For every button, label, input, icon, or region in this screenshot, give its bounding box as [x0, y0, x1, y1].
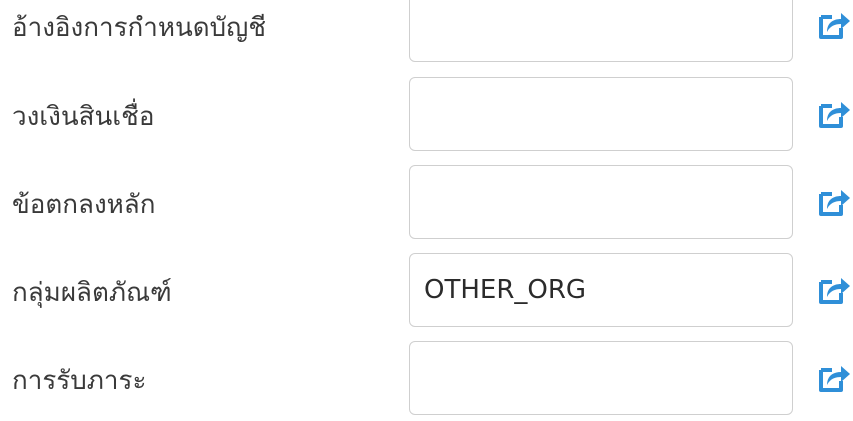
account-form: อ้างอิงการกำหนดบัญชี วงเงินสินเชื่อ ข้อต… [0, 0, 853, 416]
field-label: อ้างอิงการกำหนดบัญชี [12, 13, 266, 43]
share-external-icon[interactable] [818, 275, 852, 305]
share-external-icon[interactable] [818, 99, 852, 129]
share-external-icon[interactable] [818, 187, 852, 217]
field-label: วงเงินสินเชื่อ [12, 102, 155, 132]
form-row-master-agreement: ข้อตกลงหลัก [0, 165, 853, 245]
share-external-icon[interactable] [818, 363, 852, 393]
form-row-product-group: กลุ่มผลิตภัณฑ์ [0, 253, 853, 333]
form-row-account-determination: อ้างอิงการกำหนดบัญชี [0, 0, 853, 68]
product-group-input[interactable] [409, 253, 793, 327]
field-label: ข้อตกลงหลัก [12, 190, 156, 220]
credit-line-input[interactable] [409, 77, 793, 151]
form-row-credit-line: วงเงินสินเชื่อ [0, 77, 853, 157]
share-external-icon[interactable] [818, 10, 852, 40]
encumbrance-input[interactable] [409, 341, 793, 415]
master-agreement-input[interactable] [409, 165, 793, 239]
field-label: กลุ่มผลิตภัณฑ์ [12, 278, 172, 308]
account-determination-input[interactable] [409, 0, 793, 62]
field-label: การรับภาระ [12, 366, 147, 396]
form-row-encumbrance: การรับภาระ [0, 341, 853, 421]
